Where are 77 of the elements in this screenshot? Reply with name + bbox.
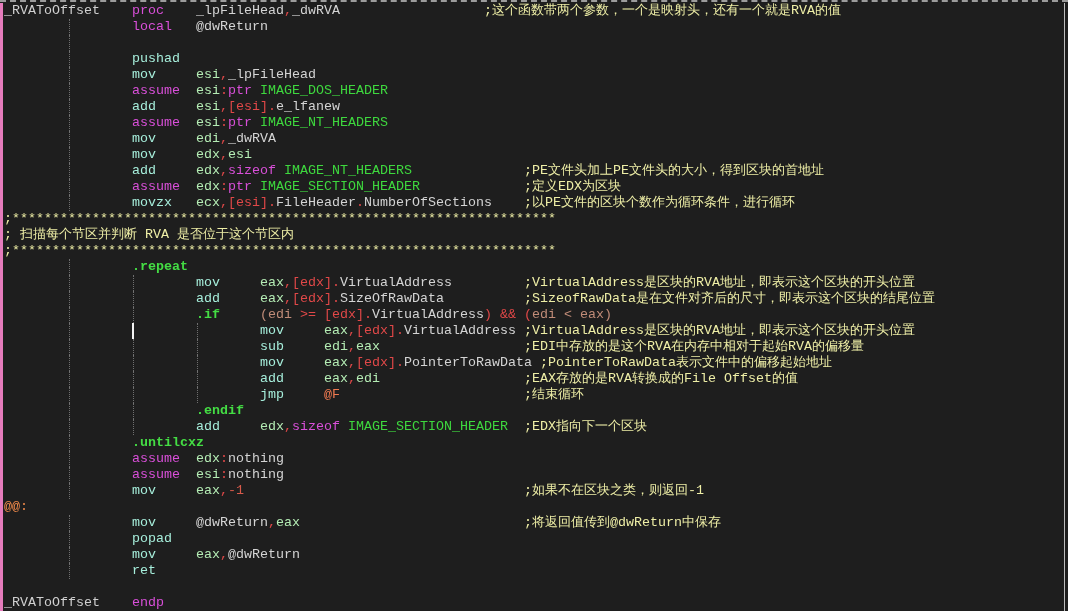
code-comment: ;EDX指向下一个区块 (524, 419, 647, 435)
control-directive: .endif (196, 403, 244, 418)
anchor-label: @@: (4, 499, 28, 515)
code-comment: ;******************************************************************** (4, 243, 556, 259)
control-directive: .repeat (132, 259, 188, 274)
code-comment: ;EDI中存放的是这个RVA在内存中相对于起始RVA的偏移量 (524, 339, 864, 355)
instruction-operands: esi:nothing (196, 467, 284, 483)
instruction-mnemonic: add (132, 163, 156, 178)
control-directive: .untilcxz (132, 435, 204, 450)
instruction-operands: edx,sizeof IMAGE_NT_HEADERS (196, 163, 412, 179)
instruction-operands: _lpFileHead,_dwRVA (196, 3, 340, 19)
instruction-operands: edx:nothing (196, 451, 284, 467)
instruction-operands: eax,[edx].PointerToRawData (324, 355, 532, 371)
instruction-operands: edi,_dwRVA (196, 131, 276, 147)
code-comment: ;PE文件头加上PE文件头的大小，得到区块的首地址 (524, 163, 824, 179)
instruction-mnemonic: popad (132, 531, 172, 546)
instruction-mnemonic: sub (260, 339, 284, 354)
instruction-mnemonic: mov (260, 355, 284, 370)
instruction-mnemonic: add (196, 419, 220, 434)
assembler-directive: endp (132, 595, 164, 610)
instruction-operands: edx:ptr IMAGE_SECTION_HEADER (196, 179, 420, 195)
code-comment: ;定义EDX为区块 (524, 179, 621, 195)
instruction-mnemonic: mov (132, 67, 156, 82)
instruction-mnemonic: mov (132, 515, 156, 530)
instruction-operands: esi,[esi].e_lfanew (196, 99, 340, 115)
code-comment: ;将返回值传到@dwReturn中保存 (524, 515, 721, 531)
control-directive: .if (196, 307, 220, 322)
instruction-mnemonic: mov (132, 147, 156, 162)
code-comment: ;以PE文件的区块个数作为循环条件，进行循环 (524, 195, 795, 211)
assembler-directive: local (132, 19, 172, 34)
instruction-operands: eax,[edx].VirtualAddress (260, 275, 452, 291)
procedure-label: _RVAToOffset (4, 3, 100, 19)
instruction-operands: @F (324, 387, 340, 403)
procedure-label: _RVAToOffset (4, 595, 100, 611)
assembler-directive: assume (132, 451, 180, 466)
instruction-mnemonic: add (196, 291, 220, 306)
instruction-mnemonic: add (260, 371, 284, 386)
code-comment: ;这个函数带两个参数，一个是映射头，还有一个就是RVA的值 (484, 3, 841, 19)
code-comment: ;如果不在区块之类，则返回-1 (524, 483, 704, 499)
assembler-directive: assume (132, 467, 180, 482)
instruction-mnemonic: mov (132, 547, 156, 562)
assembler-directive: assume (132, 83, 180, 98)
code-comment: ;******************************************************************** (4, 211, 556, 227)
instruction-operands: edi,eax (324, 339, 380, 355)
code-comment: ;EAX存放的是RVA转换成的File Offset的值 (524, 371, 798, 387)
instruction-mnemonic: movzx (132, 195, 172, 210)
assembler-directive: assume (132, 115, 180, 130)
instruction-mnemonic: jmp (260, 387, 284, 402)
code-comment: ; 扫描每个节区并判断 RVA 是否位于这个节区内 (4, 227, 294, 243)
assembler-directive: assume (132, 179, 180, 194)
instruction-operands: eax,[edx].VirtualAddress (324, 323, 516, 339)
instruction-mnemonic: mov (196, 275, 220, 290)
instruction-mnemonic: add (132, 99, 156, 114)
instruction-operands: eax,-1 (196, 483, 244, 499)
instruction-mnemonic: mov (260, 323, 284, 338)
code-comment: ;SizeofRawData是在文件对齐后的尺寸，即表示这个区块的结尾位置 (524, 291, 935, 307)
instruction-mnemonic: mov (132, 131, 156, 146)
instruction-operands: eax,[edx].SizeOfRawData (260, 291, 444, 307)
instruction-operands: edx,esi (196, 147, 252, 163)
instruction-operands: esi,_lpFileHead (196, 67, 316, 83)
instruction-operands: esi:ptr IMAGE_NT_HEADERS (196, 115, 388, 131)
instruction-operands: (edi >= [edx].VirtualAddress) && (edi < eax) (260, 307, 612, 323)
instruction-operands: esi:ptr IMAGE_DOS_HEADER (196, 83, 388, 99)
code-comment: ;VirtualAddress是区块的RVA地址，即表示这个区块的开头位置 (524, 275, 915, 291)
instruction-mnemonic: pushad (132, 51, 180, 66)
instruction-operands: eax,edi (324, 371, 380, 387)
instruction-operands: eax,@dwReturn (196, 547, 300, 563)
instruction-mnemonic: ret (132, 563, 156, 578)
code-comment: ;VirtualAddress是区块的RVA地址，即表示这个区块的开头位置 (524, 323, 915, 339)
instruction-mnemonic: mov (132, 483, 156, 498)
instruction-operands: edx,sizeof IMAGE_SECTION_HEADER (260, 419, 508, 435)
instruction-operands: @dwReturn,eax (196, 515, 300, 531)
instruction-operands: @dwReturn (196, 19, 268, 35)
code-comment: ;PointerToRawData表示文件中的偏移起始地址 (540, 355, 832, 371)
instruction-operands: ecx,[esi].FileHeader.NumberOfSections (196, 195, 492, 211)
assembler-directive: proc (132, 3, 164, 18)
code-comment: ;结束循环 (524, 387, 584, 403)
